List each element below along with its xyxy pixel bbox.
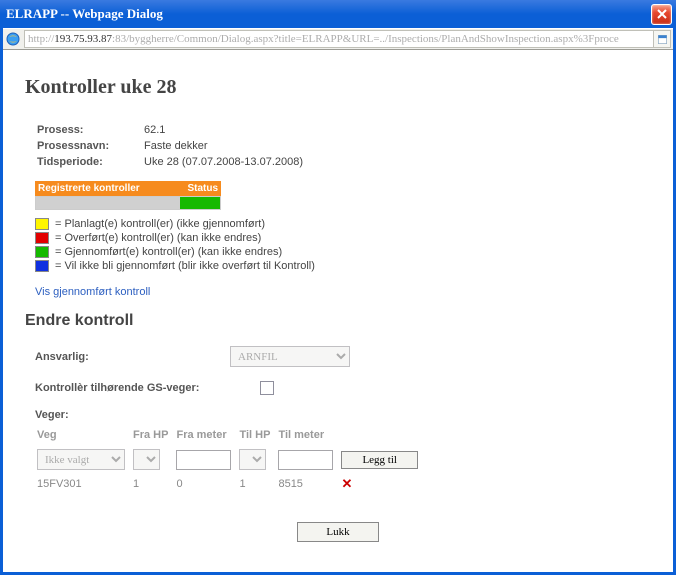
legend-text-red: = Overført(e) kontroll(er) (kan ikke end… [55,232,261,244]
legend-text-yellow: = Planlagt(e) kontroll(er) (ikke gjennom… [55,218,265,230]
tilhp-select [239,449,266,470]
endre-heading: Endre kontroll [25,312,651,330]
legend-text-blue: = Vil ikke bli gjennomført (blir ikke ov… [55,260,315,272]
table-row: 15FV301 1 0 1 8515 ✕ [37,474,424,494]
gs-label: Kontrollèr tilhørende GS-veger: [35,382,260,394]
info-table: Prosess:62.1 Prosessnavn:Faste dekker Ti… [35,121,305,171]
window-title: ELRAPP -- Webpage Dialog [6,6,651,22]
col-frahp: Fra HP [133,429,174,445]
prosess-label: Prosess: [37,123,142,137]
leggtil-button[interactable]: Legg til [341,451,418,469]
status-bar: Registrerte kontroller Status [35,181,221,210]
status-header-left: Registrerte kontroller [38,183,187,194]
tidsperiode-label: Tidsperiode: [37,155,142,169]
legend-square-yellow [35,218,49,230]
row-frameter: 0 [176,474,237,494]
legend-text-green: = Gjennomført(e) kontroll(er) (kan ikke … [55,246,282,258]
veger-label: Veger: [35,409,651,421]
tidsperiode-value: Uke 28 (07.07.2008-13.07.2008) [144,155,303,169]
status-seg-gray [36,197,180,209]
col-frameter: Fra meter [176,429,237,445]
ie-icon [5,31,21,47]
col-tilmeter: Til meter [278,429,339,445]
legend: = Planlagt(e) kontroll(er) (ikke gjennom… [35,218,651,272]
vis-gjennomfort-link[interactable]: Vis gjennomført kontroll [35,286,150,298]
close-button[interactable] [651,4,672,25]
table-row-input: Ikke valgt Legg til [37,447,424,472]
legend-square-blue [35,260,49,272]
col-tilhp: Til HP [239,429,276,445]
address-go-icon[interactable] [654,30,671,48]
frameter-input[interactable] [176,450,231,470]
status-seg-green [180,197,220,209]
ansvarlig-label: Ansvarlig: [35,351,230,363]
status-header-right: Status [187,183,218,194]
address-bar: http://193.75.93.87:83/byggherre/Common/… [3,28,673,50]
row-tilmeter: 8515 [278,474,339,494]
legend-square-red [35,232,49,244]
page-title: Kontroller uke 28 [25,76,651,99]
gs-checkbox[interactable] [260,381,274,395]
lukk-button[interactable]: Lukk [297,522,378,542]
veg-select: Ikke valgt [37,449,125,470]
row-frahp: 1 [133,474,174,494]
frahp-select [133,449,160,470]
col-veg: Veg [37,429,131,445]
row-tilhp: 1 [239,474,276,494]
legend-square-green [35,246,49,258]
row-veg: 15FV301 [37,474,131,494]
ansvarlig-select: ARNFIL [230,346,350,367]
address-field[interactable]: http://193.75.93.87:83/byggherre/Common/… [24,30,654,48]
prosessnavn-label: Prosessnavn: [37,139,142,153]
prosessnavn-value: Faste dekker [144,139,303,153]
tilmeter-input[interactable] [278,450,333,470]
window-titlebar: ELRAPP -- Webpage Dialog [0,0,676,28]
prosess-value: 62.1 [144,123,303,137]
veg-table: Veg Fra HP Fra meter Til HP Til meter Ik… [35,427,426,496]
delete-row-icon[interactable]: ✕ [341,476,352,491]
